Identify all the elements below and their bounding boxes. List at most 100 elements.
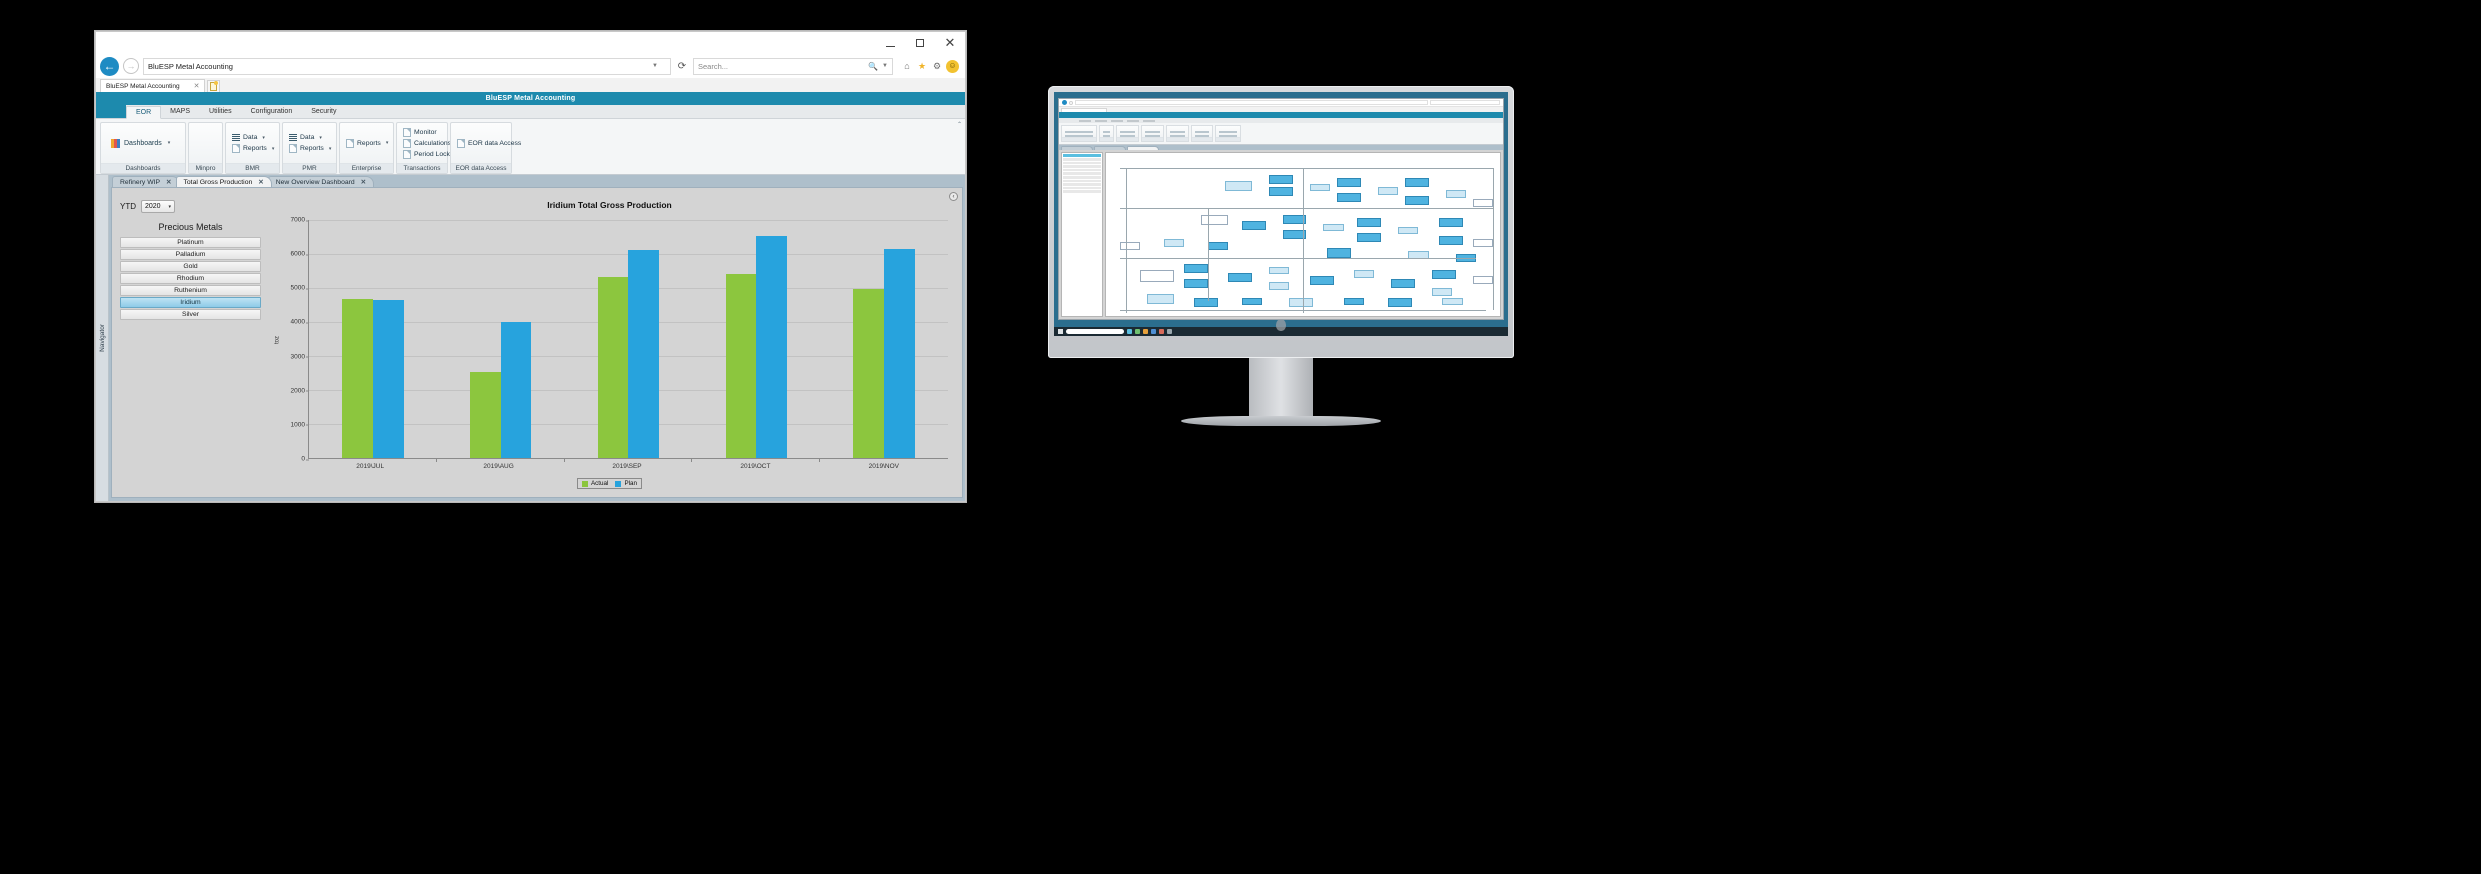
chevron-down-icon[interactable]: ▼ [652,63,658,69]
diagram-node[interactable] [1326,248,1351,258]
diagram-node[interactable] [1269,266,1290,275]
diagram-node[interactable] [1269,282,1290,290]
diagram-node[interactable] [1228,272,1253,283]
diagram-node[interactable] [1472,239,1494,247]
metal-item-platinum[interactable]: Platinum [120,237,261,248]
bar-plan[interactable] [500,322,532,458]
doc-tab-new-overview-dashboard[interactable]: New Overview Dashboard ✕ [267,176,375,187]
diagram-node[interactable] [1289,297,1314,307]
diagram-node[interactable] [1309,183,1331,192]
star-icon[interactable]: ★ [916,60,928,72]
metal-item-gold[interactable]: Gold [120,261,261,272]
home-icon[interactable]: ⌂ [901,60,913,72]
doc-tab-total-gross-production[interactable]: Total Gross Production ✕ [175,176,272,187]
legend-item-actual[interactable]: Actual [581,480,608,487]
legend-item-plan[interactable]: Plan [615,480,637,487]
diagram-node[interactable] [1438,236,1463,246]
ribbon-tab[interactable] [1095,119,1107,122]
diagram-node[interactable] [1201,214,1229,226]
monitor-tree-item[interactable] [1063,172,1101,175]
diagram-node[interactable] [1432,288,1453,296]
start-button-icon[interactable] [1058,329,1063,334]
diagram-node[interactable] [1442,297,1463,306]
diagram-node[interactable] [1146,294,1174,304]
diagram-node[interactable] [1343,297,1365,306]
diagram-node[interactable] [1391,279,1416,289]
bmr-data-button[interactable]: Data ▾ [232,133,274,142]
monitor-button[interactable]: Monitor [403,127,451,137]
bar-plan[interactable] [628,249,660,458]
monitor-tree-item[interactable] [1063,161,1101,165]
monitor-tree-item[interactable] [1063,165,1101,168]
diagram-node[interactable] [1139,269,1174,283]
calculations-button[interactable]: Calculations [403,138,451,148]
close-icon[interactable]: ✕ [258,178,263,186]
year-select[interactable]: 2020 ▾ [141,200,175,213]
search-chevron-down-icon[interactable]: ▼ [882,63,888,69]
doc-tab-refinery-wip[interactable]: Refinery WIP ✕ [112,176,180,187]
diagram-node[interactable] [1184,279,1208,289]
ribbon-tab-security[interactable]: Security [302,105,346,118]
diagram-node[interactable] [1336,177,1361,187]
new-tab-button[interactable] [207,80,221,92]
diagram-node[interactable] [1163,239,1185,247]
smiley-icon[interactable]: ☺ [946,59,959,73]
ribbon-tab[interactable] [1111,119,1123,122]
bar-plan[interactable] [884,248,915,458]
metal-item-silver[interactable]: Silver [120,309,261,320]
diagram-node[interactable] [1472,199,1494,207]
taskbar-icon[interactable] [1167,329,1172,334]
period-lock-button[interactable]: Period Lock [403,149,451,159]
diagram-node[interactable] [1194,297,1219,307]
chevron-down-icon[interactable]: ▾ [329,146,332,152]
taskbar-icon[interactable] [1135,329,1140,334]
diagram-node[interactable] [1207,242,1229,250]
taskbar-icon[interactable] [1127,329,1132,334]
bar-actual[interactable] [470,372,501,458]
back-icon[interactable]: ← [100,56,119,76]
bar-plan[interactable] [372,299,404,458]
diagram-node[interactable] [1184,263,1208,273]
diagram-node[interactable] [1309,276,1334,286]
gear-icon[interactable]: ⚙ [931,60,943,72]
close-icon[interactable]: ✕ [166,178,171,186]
monitor-tree-item[interactable] [1063,168,1101,172]
maximize-button[interactable] [905,32,935,54]
bar-plan[interactable] [756,235,787,458]
forward-icon[interactable]: → [123,58,139,74]
search-icon[interactable]: 🔍 [868,62,878,71]
diagram-node[interactable] [1445,189,1467,198]
eor-data-access-button[interactable]: EOR data Access [457,138,521,148]
metal-item-palladium[interactable]: Palladium [120,249,261,260]
diagram-node[interactable] [1224,180,1253,192]
ribbon-tab-utilities[interactable]: Utilities [200,105,242,118]
ribbon-tab[interactable] [1143,119,1155,122]
refresh-icon[interactable]: ⟳ [675,61,689,72]
monitor-tree-item[interactable] [1063,179,1101,183]
enterprise-reports-button[interactable]: Reports ▾ [346,138,389,148]
browser-search-input[interactable]: Search... 🔍 ▼ [693,57,893,75]
ribbon-tab-configuration[interactable]: Configuration [242,105,303,118]
search-input[interactable] [1430,100,1500,105]
close-button[interactable]: ✕ [935,32,965,54]
ribbon-tab[interactable] [1127,119,1139,122]
chevron-down-icon[interactable]: ▾ [386,140,389,146]
diagram-node[interactable] [1377,186,1399,195]
diagram-node[interactable] [1119,242,1140,250]
address-bar[interactable]: BluESP Metal Accounting ▼ [143,57,671,75]
metal-item-rhodium[interactable]: Rhodium [120,273,261,284]
bar-actual[interactable] [853,288,885,458]
minimize-button[interactable] [875,32,905,54]
bmr-reports-button[interactable]: Reports ▾ [232,144,274,153]
monitor-tree-item[interactable] [1063,186,1101,190]
chevron-down-icon[interactable]: ▾ [168,140,171,146]
ribbon-tab-eor[interactable]: EOR [126,106,162,119]
bar-actual[interactable] [597,277,629,458]
taskbar-search-input[interactable] [1066,329,1124,334]
diagram-node[interactable] [1387,297,1412,307]
pmr-data-button[interactable]: Data ▾ [289,133,331,142]
browser-tab[interactable]: BluESP Metal Accounting ✕ [100,79,206,92]
ribbon-tab[interactable] [1079,119,1091,122]
taskbar-icon[interactable] [1151,329,1156,334]
diagram-node[interactable] [1336,192,1361,203]
